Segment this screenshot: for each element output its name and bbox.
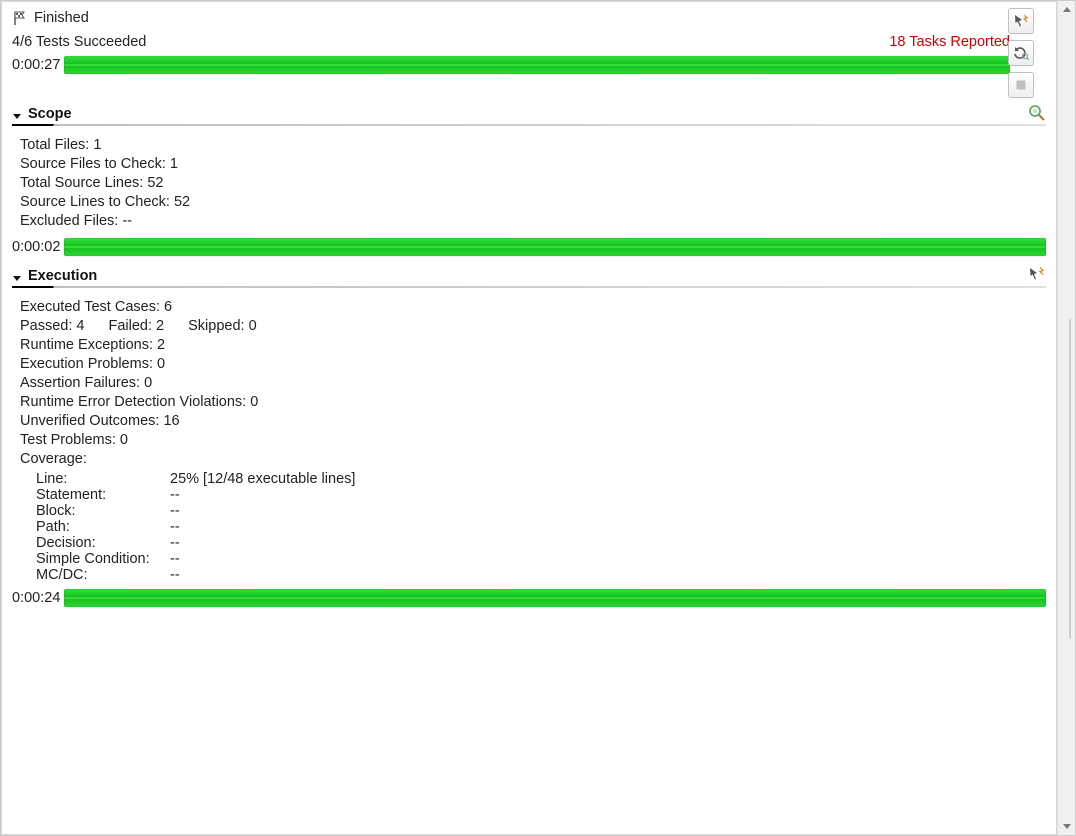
scroll-up-icon[interactable] (1058, 1, 1075, 19)
assertion-failures: Assertion Failures: 0 (20, 375, 1042, 391)
execution-header[interactable]: Execution (2, 268, 1056, 286)
overall-progress-bar (64, 56, 1010, 74)
overall-elapsed: 0:00:27 (12, 57, 64, 73)
scope-header[interactable]: Scope (2, 106, 1056, 124)
cursor-lightning-icon[interactable] (1028, 266, 1046, 284)
executed-cases: Executed Test Cases: 6 (20, 299, 1042, 315)
scope-total-files: Total Files: 1 (20, 137, 1042, 153)
scope-excluded-files: Excluded Files: -- (20, 213, 1042, 229)
scope-total-source-lines: Total Source Lines: 52 (20, 175, 1042, 191)
stop-button[interactable] (1008, 72, 1034, 98)
unverified-outcomes: Unverified Outcomes: 16 (20, 413, 1042, 429)
coverage-heading: Coverage: (20, 451, 1042, 467)
cov-path-label: Path: (20, 519, 170, 535)
status-title: Finished (34, 10, 89, 26)
cov-statement-val: -- (170, 487, 180, 503)
cov-block-val: -- (170, 503, 180, 519)
scroll-down-icon[interactable] (1058, 817, 1075, 835)
chevron-down-icon (12, 271, 22, 281)
execution-elapsed: 0:00:24 (12, 590, 64, 606)
scroll-thumb[interactable] (1069, 319, 1071, 639)
cov-mcdc-label: MC/DC: (20, 567, 170, 583)
scope-body: Total Files: 1 Source Files to Check: 1 … (2, 124, 1056, 236)
magnifier-icon[interactable] (1028, 104, 1046, 122)
cov-line-label: Line: (20, 471, 170, 487)
execution-title: Execution (28, 268, 97, 284)
cov-line-val: 25% [12/48 executable lines] (170, 471, 355, 487)
tasks-reported-link[interactable]: 18 Tasks Reported (889, 34, 1010, 50)
scope-title: Scope (28, 106, 72, 122)
runtime-error-detection: Runtime Error Detection Violations: 0 (20, 394, 1042, 410)
scope-elapsed: 0:00:02 (12, 239, 64, 255)
execution-problems: Execution Problems: 0 (20, 356, 1042, 372)
vertical-scrollbar[interactable] (1057, 1, 1075, 835)
cursor-bolt-button[interactable] (1008, 8, 1034, 34)
skipped-count: Skipped: 0 (188, 318, 257, 334)
failed-count: Failed: 2 (109, 318, 165, 334)
tests-succeeded: 4/6 Tests Succeeded (12, 34, 146, 50)
status-row: Finished (2, 2, 1056, 30)
execution-body: Executed Test Cases: 6 Passed: 4 Failed:… (2, 286, 1056, 587)
cov-simplecond-val: -- (170, 551, 180, 567)
refresh-tasks-button[interactable] (1008, 40, 1034, 66)
execution-progress-bar (64, 589, 1046, 607)
test-results-panel: Finished 4/6 Tests Succeeded 18 Tasks Re… (2, 2, 1056, 834)
finish-flag-icon (12, 10, 28, 26)
test-problems: Test Problems: 0 (20, 432, 1042, 448)
scope-source-files-check: Source Files to Check: 1 (20, 156, 1042, 172)
runtime-exceptions: Runtime Exceptions: 2 (20, 337, 1042, 353)
cov-block-label: Block: (20, 503, 170, 519)
cov-simplecond-label: Simple Condition: (20, 551, 170, 567)
cov-path-val: -- (170, 519, 180, 535)
chevron-down-icon (12, 109, 22, 119)
cov-mcdc-val: -- (170, 567, 180, 583)
scope-source-lines-check: Source Lines to Check: 52 (20, 194, 1042, 210)
cov-statement-label: Statement: (20, 487, 170, 503)
scope-progress-bar (64, 238, 1046, 256)
cov-decision-val: -- (170, 535, 180, 551)
cov-decision-label: Decision: (20, 535, 170, 551)
passed-count: Passed: 4 (20, 318, 85, 334)
